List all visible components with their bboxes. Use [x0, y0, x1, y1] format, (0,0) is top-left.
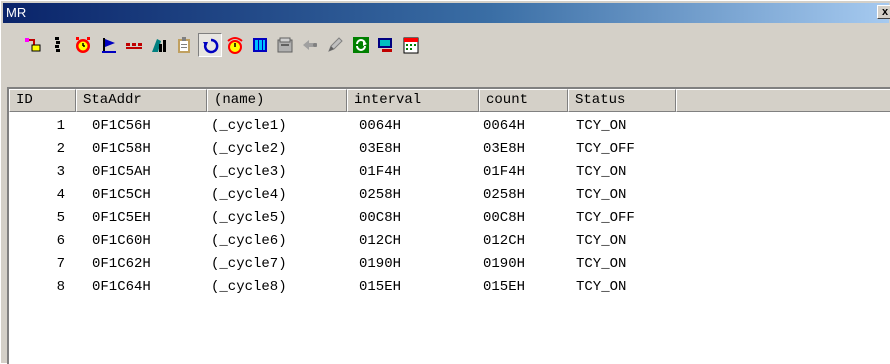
cycle-handler-icon[interactable]	[198, 33, 222, 57]
status-cell: TCY_OFF	[576, 210, 635, 226]
status-cell: TCY_ON	[576, 256, 627, 272]
table-row[interactable]: 7 0F1C62H (_cycle7) 0190H 0190H TCY_ON	[9, 253, 890, 276]
interval-cell: 01F4H	[359, 164, 402, 180]
alarm-clock-icon[interactable]	[71, 33, 95, 57]
column-header-count[interactable]: count	[479, 89, 568, 112]
name-cell: (_cycle5)	[211, 210, 287, 226]
count-cell: 0064H	[483, 118, 526, 134]
count-cell: 01F4H	[483, 164, 526, 180]
hierarchy-icon[interactable]	[21, 33, 45, 57]
memory-block-icon[interactable]	[248, 33, 272, 57]
count-cell: 015EH	[483, 279, 526, 295]
signal-clock-icon[interactable]	[223, 33, 247, 57]
staaddr-cell: 0F1C56H	[92, 118, 151, 134]
id-cell: 1	[56, 118, 65, 134]
count-cell: 00C8H	[483, 210, 526, 226]
staaddr-cell: 0F1C58H	[92, 141, 151, 157]
interval-cell: 012CH	[359, 233, 402, 249]
staaddr-cell: 0F1C5EH	[92, 210, 151, 226]
monitor-icon[interactable]	[374, 33, 398, 57]
flag-icon[interactable]	[97, 33, 121, 57]
table-row[interactable]: 1 0F1C56H (_cycle1) 0064H 0064H TCY_ON	[9, 115, 890, 138]
name-cell: (_cycle3)	[211, 164, 287, 180]
staaddr-cell: 0F1C60H	[92, 233, 151, 249]
interval-cell: 0064H	[359, 118, 402, 134]
table-row[interactable]: 3 0F1C5AH (_cycle3) 01F4H 01F4H TCY_ON	[9, 161, 890, 184]
calendar-icon[interactable]	[399, 33, 423, 57]
interval-cell: 015EH	[359, 279, 402, 295]
arrow-left-icon[interactable]	[298, 33, 322, 57]
mailbox-icon[interactable]	[273, 33, 297, 57]
title-bar[interactable]: MR x	[3, 3, 890, 23]
table-row[interactable]: 4 0F1C5CH (_cycle4) 0258H 0258H TCY_ON	[9, 184, 890, 207]
vertical-dots-icon[interactable]	[46, 33, 70, 57]
id-cell: 2	[56, 141, 65, 157]
staaddr-cell: 0F1C64H	[92, 279, 151, 295]
list-header: ID StaAddr (name) interval count Status	[9, 89, 890, 113]
column-header-name[interactable]: (name)	[207, 89, 347, 112]
count-cell: 0190H	[483, 256, 526, 272]
refresh-icon[interactable]	[349, 33, 373, 57]
name-cell: (_cycle1)	[211, 118, 287, 134]
window-title: MR	[6, 5, 27, 20]
staaddr-cell: 0F1C62H	[92, 256, 151, 272]
name-cell: (_cycle2)	[211, 141, 287, 157]
column-header-filler	[676, 89, 890, 112]
name-cell: (_cycle6)	[211, 233, 287, 249]
column-header-staaddr[interactable]: StaAddr	[76, 89, 207, 112]
id-cell: 4	[56, 187, 65, 203]
status-cell: TCY_ON	[576, 233, 627, 249]
bar-chart-icon[interactable]	[147, 33, 171, 57]
id-cell: 5	[56, 210, 65, 226]
table-row[interactable]: 5 0F1C5EH (_cycle5) 00C8H 00C8H TCY_OFF	[9, 207, 890, 230]
table-row[interactable]: 8 0F1C64H (_cycle8) 015EH 015EH TCY_ON	[9, 276, 890, 299]
clipboard-icon[interactable]	[172, 33, 196, 57]
pencil-icon[interactable]	[323, 33, 347, 57]
column-header-id[interactable]: ID	[9, 89, 76, 112]
name-cell: (_cycle8)	[211, 279, 287, 295]
table-row[interactable]: 6 0F1C60H (_cycle6) 012CH 012CH TCY_ON	[9, 230, 890, 253]
id-cell: 8	[56, 279, 65, 295]
mr-window: MR x ID StaAddr (name) interval count St…	[0, 0, 890, 364]
interval-cell: 00C8H	[359, 210, 402, 226]
column-header-interval[interactable]: interval	[347, 89, 479, 112]
staaddr-cell: 0F1C5CH	[92, 187, 151, 203]
status-cell: TCY_ON	[576, 279, 627, 295]
interval-cell: 0258H	[359, 187, 402, 203]
status-cell: TCY_ON	[576, 187, 627, 203]
status-cell: TCY_ON	[576, 164, 627, 180]
status-cell: TCY_ON	[576, 118, 627, 134]
interval-cell: 03E8H	[359, 141, 402, 157]
id-cell: 6	[56, 233, 65, 249]
id-cell: 3	[56, 164, 65, 180]
close-button[interactable]: x	[877, 5, 890, 19]
count-cell: 03E8H	[483, 141, 526, 157]
count-cell: 0258H	[483, 187, 526, 203]
interval-cell: 0190H	[359, 256, 402, 272]
toolbar	[3, 25, 889, 87]
ellipsis-icon[interactable]	[122, 33, 146, 57]
count-cell: 012CH	[483, 233, 526, 249]
staaddr-cell: 0F1C5AH	[92, 164, 151, 180]
id-cell: 7	[56, 256, 65, 272]
table-row[interactable]: 2 0F1C58H (_cycle2) 03E8H 03E8H TCY_OFF	[9, 138, 890, 161]
cyclic-handler-list[interactable]: ID StaAddr (name) interval count Status …	[7, 87, 890, 364]
column-header-status[interactable]: Status	[568, 89, 676, 112]
status-cell: TCY_OFF	[576, 141, 635, 157]
name-cell: (_cycle7)	[211, 256, 287, 272]
name-cell: (_cycle4)	[211, 187, 287, 203]
